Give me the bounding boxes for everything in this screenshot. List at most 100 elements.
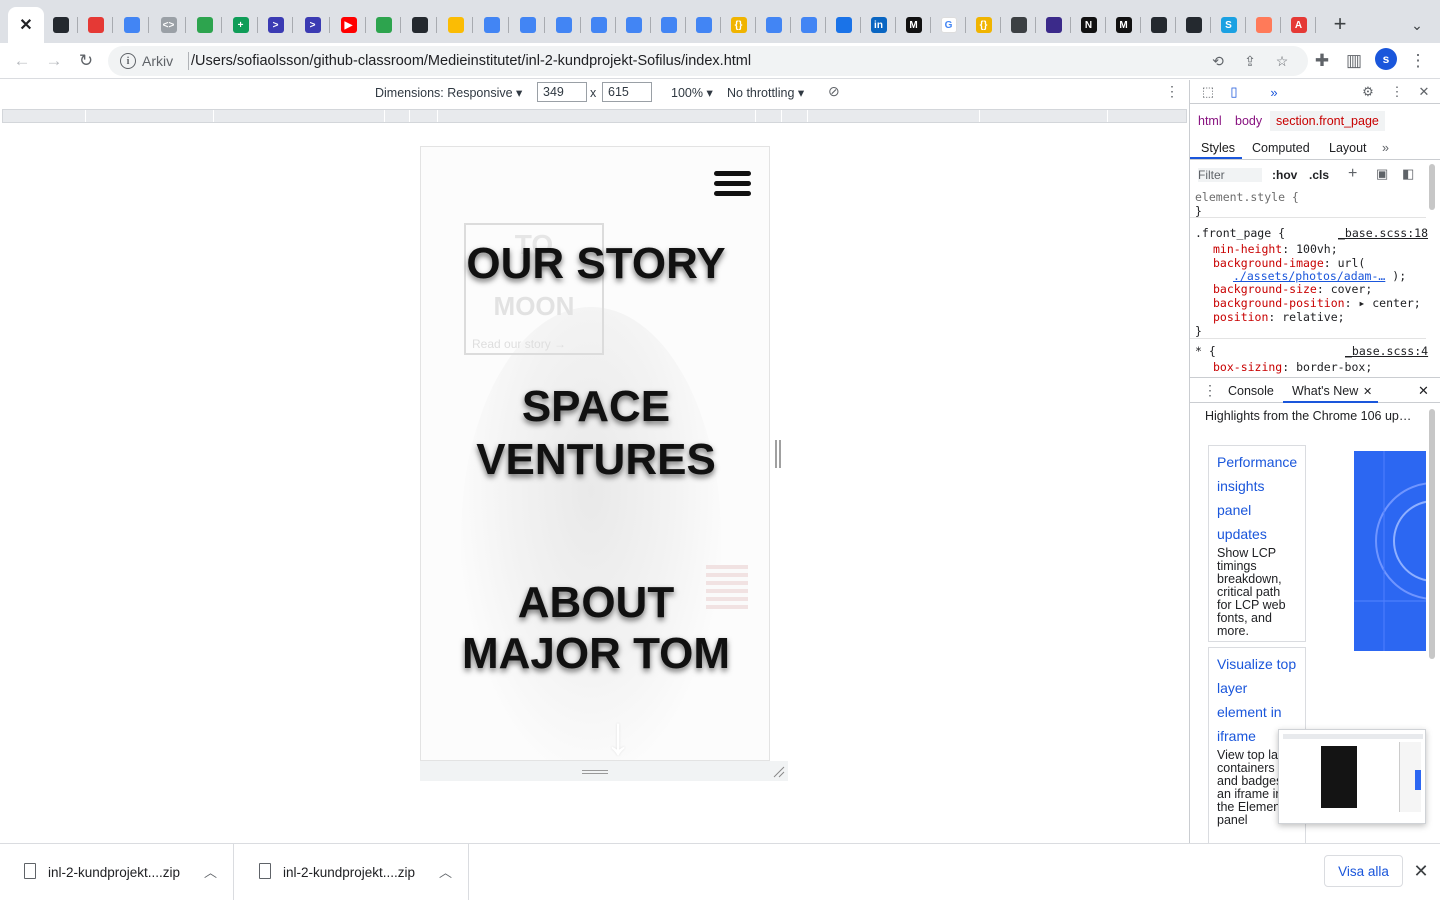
bookmark-star-icon[interactable]: ☆	[1272, 51, 1292, 71]
breadcrumb-section[interactable]: section.front_page	[1270, 111, 1385, 131]
settings-gear-icon[interactable]: ⚙	[1360, 84, 1376, 100]
cls-button[interactable]: .cls	[1309, 168, 1329, 182]
browser-tab[interactable]	[756, 7, 791, 43]
space-ventures-heading-line2[interactable]: VENTURES	[421, 433, 769, 486]
browser-tab[interactable]	[114, 7, 149, 43]
devtools-more-icon[interactable]: ⋮	[1389, 84, 1405, 100]
download-filename[interactable]: inl-2-kundprojekt....zip	[48, 865, 180, 880]
browser-tab[interactable]: ▶	[331, 7, 366, 43]
css-value[interactable]: : cover;	[1317, 282, 1372, 296]
browser-tab[interactable]: +	[223, 7, 258, 43]
browser-tab[interactable]: A	[1281, 7, 1316, 43]
inspect-element-icon[interactable]: ⬚	[1200, 84, 1216, 100]
new-rule-icon[interactable]: +	[1348, 165, 1357, 183]
device-toggle-icon[interactable]: ▯	[1226, 84, 1242, 100]
close-drawer-icon[interactable]: ✕	[1418, 383, 1429, 399]
width-input[interactable]: 349	[537, 82, 587, 102]
browser-tab[interactable]	[510, 7, 545, 43]
browser-tab[interactable]	[438, 7, 473, 43]
reload-icon[interactable]: ↻	[72, 47, 100, 75]
sidebar-toggle-icon[interactable]: ◧	[1402, 166, 1414, 182]
back-icon[interactable]: ←	[8, 47, 36, 75]
ruler-segment[interactable]	[85, 110, 86, 122]
download-item[interactable]: inl-2-kundprojekt....zip ︿	[0, 844, 234, 900]
browser-tab[interactable]	[366, 7, 401, 43]
ruler-segment[interactable]	[807, 110, 808, 122]
browser-tab[interactable]: M	[896, 7, 931, 43]
browser-tab[interactable]	[826, 7, 861, 43]
forward-icon[interactable]: →	[40, 47, 68, 75]
tab-whats-new[interactable]: What's New	[1292, 384, 1358, 398]
css-property[interactable]: min-height	[1213, 242, 1282, 256]
show-all-downloads-button[interactable]: Visa alla	[1324, 855, 1403, 887]
css-value[interactable]: : ▸ center;	[1345, 296, 1421, 310]
info-icon[interactable]: i	[120, 53, 136, 69]
css-property[interactable]: background-image	[1213, 256, 1324, 270]
browser-tab[interactable]	[187, 7, 222, 43]
ruler-segment[interactable]	[437, 110, 438, 122]
browser-tab[interactable]	[1141, 7, 1176, 43]
ruler-segment[interactable]	[213, 110, 214, 122]
tab-layout[interactable]: Layout	[1329, 141, 1367, 155]
ruler-segment[interactable]	[409, 110, 410, 122]
active-tab[interactable]: ✕	[8, 7, 44, 43]
browser-tab[interactable]: {}	[721, 7, 756, 43]
chrome-menu-icon[interactable]: ⋮	[1404, 47, 1432, 75]
browser-tab[interactable]	[651, 7, 686, 43]
address-bar[interactable]: i Arkiv /Users/sofiaolsson/github-classr…	[108, 46, 1308, 76]
ruler-segment[interactable]	[755, 110, 756, 122]
front-page-source-link[interactable]: _base.scss:18	[1338, 226, 1428, 240]
tab-console[interactable]: Console	[1228, 384, 1274, 398]
browser-tab[interactable]	[1001, 7, 1036, 43]
browser-tab[interactable]	[546, 7, 581, 43]
css-value[interactable]: : 100vh;	[1282, 242, 1337, 256]
tab-search-icon[interactable]: ⌄	[1404, 12, 1430, 38]
translate-icon[interactable]: ⟲	[1208, 51, 1228, 71]
css-value[interactable]: : relative;	[1268, 310, 1344, 324]
resize-corner-icon[interactable]	[770, 761, 788, 781]
arrow-down-icon[interactable]: ↓	[594, 707, 642, 760]
dimensions-dropdown[interactable]: Dimensions: Responsive ▾	[375, 85, 522, 100]
browser-tab[interactable]: M	[1106, 7, 1141, 43]
chevron-up-icon[interactable]: ︿	[439, 862, 452, 881]
download-filename[interactable]: inl-2-kundprojekt....zip	[283, 865, 415, 880]
close-tab-icon[interactable]: ✕	[19, 15, 32, 35]
share-icon[interactable]: ⇪	[1240, 51, 1260, 71]
css-property[interactable]: position	[1213, 310, 1268, 324]
css-property[interactable]: background-position	[1213, 296, 1345, 310]
close-devtools-icon[interactable]: ✕	[1416, 84, 1432, 100]
close-whats-new-icon[interactable]: ✕	[1363, 385, 1372, 398]
css-property[interactable]: box-sizing	[1213, 360, 1282, 374]
whats-new-scrollbar[interactable]	[1429, 409, 1435, 659]
breadcrumb-html[interactable]: html	[1198, 114, 1222, 128]
browser-tab[interactable]: <>	[151, 7, 186, 43]
drawer-menu-icon[interactable]: ⋮	[1203, 382, 1217, 399]
browser-tab[interactable]: >	[258, 7, 293, 43]
browser-tab[interactable]: N	[1071, 7, 1106, 43]
browser-tab[interactable]	[474, 7, 509, 43]
feature-card-title[interactable]: Performance insights panel updates	[1217, 450, 1297, 546]
profile-avatar[interactable]: s	[1375, 48, 1397, 70]
our-story-heading[interactable]: OUR STORY	[421, 237, 769, 290]
browser-tab[interactable]	[1246, 7, 1281, 43]
ruler-segment[interactable]	[781, 110, 782, 122]
styles-scrollbar[interactable]	[1429, 164, 1435, 210]
paint-icon[interactable]: ▣	[1376, 166, 1388, 182]
media-query-ruler[interactable]	[2, 109, 1187, 123]
side-panel-icon[interactable]: ▥	[1340, 47, 1368, 75]
browser-tab[interactable]	[616, 7, 651, 43]
browser-tab[interactable]: G	[931, 7, 966, 43]
zoom-dropdown[interactable]: 100% ▾	[671, 85, 713, 100]
browser-tab[interactable]	[1176, 7, 1211, 43]
ruler-segment[interactable]	[979, 110, 980, 122]
extensions-icon[interactable]: ✚	[1308, 47, 1336, 75]
height-input[interactable]: 615	[602, 82, 652, 102]
universal-source-link[interactable]: _base.scss:4	[1345, 344, 1428, 358]
asset-link[interactable]: ./assets/photos/adam-…	[1233, 269, 1385, 283]
about-major-tom-heading-line2[interactable]: MAJOR TOM	[421, 627, 769, 680]
browser-tab[interactable]	[43, 7, 78, 43]
download-item[interactable]: inl-2-kundprojekt....zip ︿	[235, 844, 469, 900]
ruler-segment[interactable]	[1107, 110, 1108, 122]
browser-tab[interactable]	[78, 7, 113, 43]
resize-handle-right[interactable]	[775, 440, 781, 468]
